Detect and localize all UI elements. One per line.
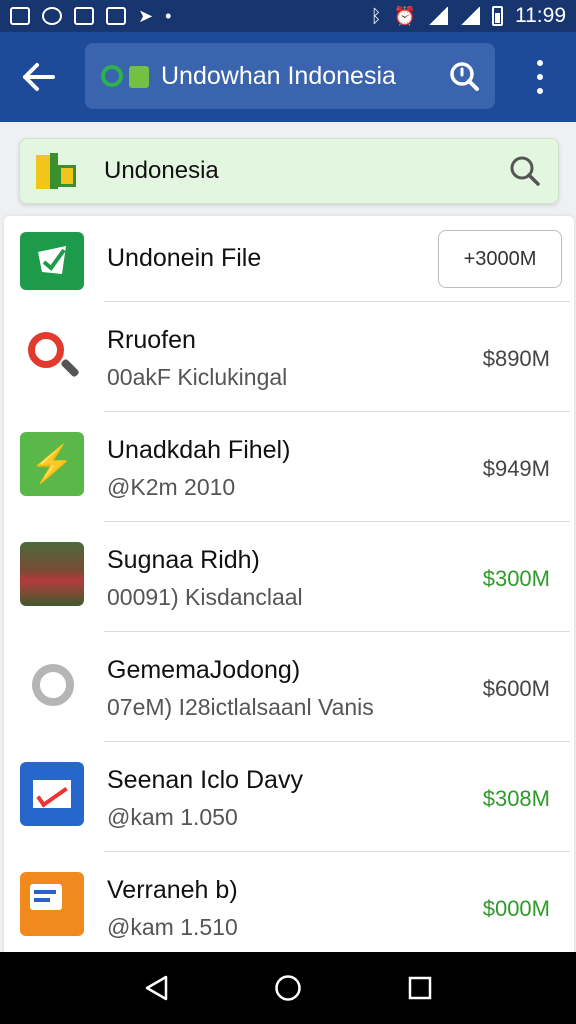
item-subtitle: @kam 1.050: [107, 804, 238, 830]
notification-icon: [10, 7, 30, 25]
folder-grid-icon: [36, 151, 78, 191]
shield-check-icon: [20, 232, 84, 290]
filter-bar[interactable]: Undonesia: [19, 138, 559, 204]
clock: 11:99: [515, 4, 566, 27]
item-price: $600M: [482, 676, 550, 701]
wifi-signal-icon: [428, 7, 448, 25]
list-item[interactable]: ⚡ Unadkdah Fihel) @K2m 2010 $949M: [4, 412, 574, 522]
photo-thumbnail-icon: [20, 542, 84, 606]
item-price: $890M: [482, 346, 550, 371]
list-item[interactable]: Seenan Iclo Davy @kam 1.050 $308M: [4, 742, 574, 852]
list-item[interactable]: Verraneh b) @kam 1.510 $000M: [4, 852, 574, 952]
square-recents-icon: [408, 976, 432, 1000]
price-button[interactable]: +3000M: [438, 230, 562, 288]
item-price: $000M: [482, 896, 550, 921]
item-title: Rruofen: [107, 326, 196, 354]
navigation-bar: [0, 952, 576, 1024]
app-logo-icon: [99, 61, 153, 91]
cell-signal-icon: [460, 7, 480, 25]
item-subtitle: 00akF Kiclukingal: [107, 364, 288, 390]
search-icon: [450, 62, 479, 91]
alarm-icon: ⏰: [393, 6, 416, 26]
document-icon: [20, 872, 84, 936]
list-item[interactable]: Rruofen 00akF Kiclukingal $890M: [4, 302, 574, 412]
more-notifications-icon: •: [165, 6, 172, 26]
status-bar: ➤ • ᛒ ⏰ 11:99: [0, 0, 576, 32]
mail-icon: [20, 762, 84, 826]
nav-recents-button[interactable]: [400, 968, 440, 1008]
item-price: $308M: [482, 786, 550, 811]
item-title: GememaJodong): [107, 656, 301, 684]
item-subtitle: 00091) Kisdanclaal: [107, 584, 303, 610]
send-icon: ➤: [138, 6, 154, 26]
back-arrow-icon: [23, 63, 55, 91]
filter-text: Undonesia: [104, 157, 219, 184]
list-item[interactable]: Sugnaa Ridh) 00091) Kisdanclaal $300M: [4, 522, 574, 632]
item-price: $300M: [482, 566, 550, 591]
back-button[interactable]: [0, 32, 76, 122]
nav-home-button[interactable]: [268, 968, 308, 1008]
item-title: Seenan Iclo Davy: [107, 766, 303, 794]
item-title: Verraneh b): [107, 876, 238, 904]
item-subtitle: 07eM) I28ictlalsaanl Vanis: [107, 694, 374, 720]
item-title: Undonein File: [107, 244, 262, 272]
item-title: Sugnaa Ridh): [107, 546, 260, 574]
search-button[interactable]: [447, 59, 481, 93]
nav-back-button[interactable]: [136, 968, 176, 1008]
battery-icon: [492, 6, 503, 26]
item-title: Unadkdah Fihel): [107, 436, 291, 464]
list-item-header[interactable]: Undonein File +3000M: [4, 216, 574, 302]
download-icon: [106, 7, 126, 25]
search-icon: [20, 322, 84, 386]
search-icon[interactable]: [508, 154, 542, 188]
bluetooth-icon: ᛒ: [370, 6, 382, 26]
search-text: Undowhan Indonesia: [161, 61, 396, 90]
app-notification-icon: [42, 7, 62, 25]
lightning-icon: ⚡: [20, 432, 84, 496]
message-icon: [74, 7, 94, 25]
more-options-button[interactable]: [530, 60, 550, 94]
ring-icon: [20, 652, 84, 716]
search-field[interactable]: Undowhan Indonesia: [85, 43, 495, 109]
item-subtitle: @kam 1.510: [107, 914, 238, 940]
file-list: Undonein File +3000M Rruofen 00akF Kiclu…: [4, 216, 574, 952]
triangle-back-icon: [145, 975, 168, 1001]
item-price: $949M: [482, 456, 550, 481]
app-bar: Undowhan Indonesia: [0, 32, 576, 122]
list-item[interactable]: GememaJodong) 07eM) I28ictlalsaanl Vanis…: [4, 632, 574, 742]
item-subtitle: @K2m 2010: [107, 474, 236, 500]
circle-home-icon: [275, 975, 301, 1001]
